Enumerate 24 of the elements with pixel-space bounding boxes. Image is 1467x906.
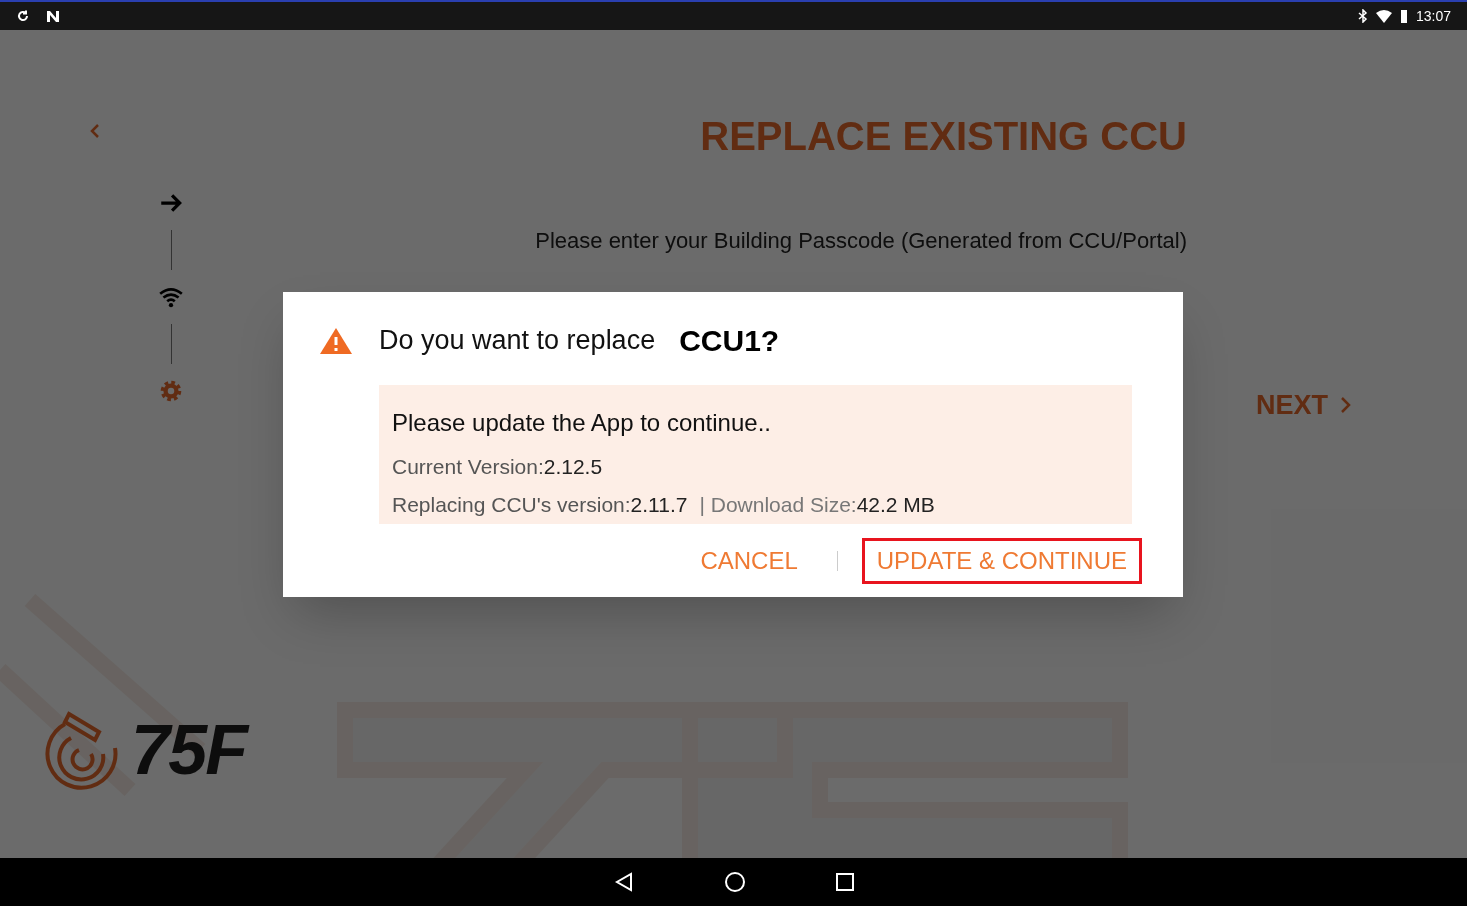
instruction-text: Please enter your Building Passcode (Generated from CCU/Portal) [535,227,1187,255]
back-icon[interactable] [613,872,634,892]
warning-icon [319,326,353,355]
chevron-right-icon [1340,396,1352,415]
dialog-question: Do you want to replace [379,324,656,358]
update-message: Please update the App to continue.. [392,408,772,438]
download-size-text: | Download Size:42.2 MB [699,491,935,518]
bluetooth-icon [1357,9,1368,23]
clock: 13:07 [1415,6,1451,26]
version-text: Replacing CCU's version:2.11.7 [392,491,688,518]
home-icon[interactable] [723,871,746,893]
sync-icon [16,9,30,23]
next-button[interactable]: NEXT [1256,385,1352,426]
dialog-button[interactable]: CANCEL [685,538,813,584]
recent-apps-icon[interactable] [835,873,854,891]
page-title: REPLACE EXISTING CCU [700,113,1187,160]
chevron-left-icon [90,123,100,139]
dialog-button[interactable]: UPDATE & CONTINUE [861,538,1142,584]
device-name: CCU1? [679,323,780,359]
logo-text: 75F [131,710,247,791]
battery-icon [1399,9,1408,23]
n-icon [46,9,60,23]
wifi-icon [1375,9,1392,23]
version-text: Current Version:2.12.5 [392,454,603,480]
